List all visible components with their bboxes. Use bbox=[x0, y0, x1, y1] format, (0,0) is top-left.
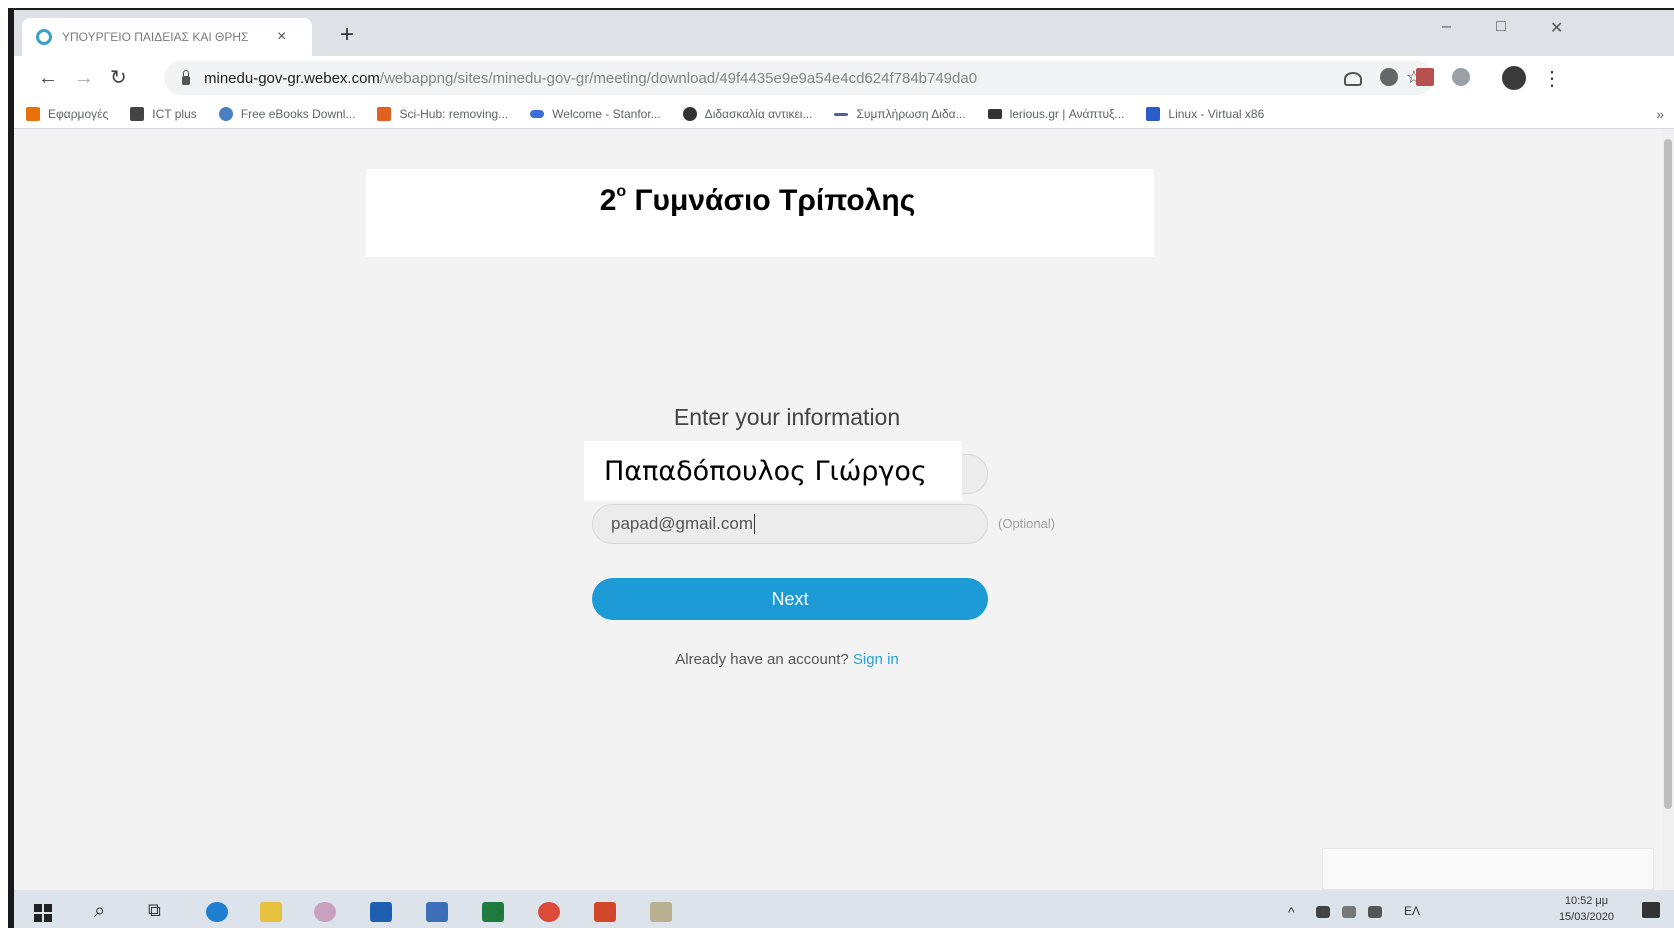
bookmark-free-ebooks[interactable]: Free eBooks Downl... bbox=[218, 107, 356, 121]
globe-icon bbox=[682, 107, 697, 121]
notepad-icon[interactable] bbox=[650, 902, 672, 922]
activate-windows-watermark bbox=[1322, 848, 1654, 890]
new-tab-button[interactable]: + bbox=[340, 20, 354, 50]
linux-icon bbox=[1146, 107, 1161, 121]
file-explorer-icon[interactable] bbox=[260, 902, 282, 922]
bookmark-label: Welcome - Stanfor... bbox=[552, 107, 661, 121]
profile-avatar[interactable] bbox=[1502, 66, 1526, 90]
url-path: /webappng/sites/minedu-gov-gr/meeting/do… bbox=[379, 69, 978, 87]
bookmark-didaskalia[interactable]: Διδασκαλία αντικει... bbox=[682, 107, 813, 121]
email-field[interactable]: papad@gmail.com bbox=[592, 504, 988, 544]
form-heading: Enter your information bbox=[673, 404, 901, 430]
name-value-overlay[interactable]: Παπαδόπουλος Γιώργος bbox=[584, 441, 962, 501]
more-bookmarks-icon[interactable]: » bbox=[1656, 106, 1664, 122]
reload-icon[interactable]: ↻ bbox=[110, 66, 127, 90]
language-indicator[interactable]: ΕΛ bbox=[1404, 904, 1420, 918]
bookmark-ict-plus[interactable]: ICT plus bbox=[130, 107, 197, 121]
network-icon[interactable] bbox=[1316, 906, 1330, 918]
back-arrow-icon[interactable]: ← bbox=[38, 66, 58, 90]
stanford-icon bbox=[530, 110, 545, 118]
lerious-icon bbox=[987, 109, 1002, 119]
pdf-extension-icon[interactable] bbox=[1416, 68, 1434, 86]
browser-window: ΥΠΟΥΡΓΕΙΟ ΠΑΙΔΕΙΑΣ ΚΑΙ ΘΡΗΣ × + – □ ✕ ← … bbox=[8, 8, 1674, 928]
banner-title-number: 2 bbox=[599, 184, 617, 217]
dash-icon bbox=[834, 112, 849, 116]
scihub-icon bbox=[377, 107, 392, 121]
bookmark-lerious[interactable]: lerious.gr | Ανάπτυξ... bbox=[987, 107, 1125, 121]
close-window-button[interactable]: ✕ bbox=[1550, 18, 1563, 38]
edge-browser-icon[interactable] bbox=[206, 902, 228, 922]
bookmark-label: Εφαρμογές bbox=[48, 107, 109, 121]
url-host: minedu-gov-gr.webex.com bbox=[204, 69, 380, 87]
clock-date: 15/03/2020 bbox=[1558, 911, 1614, 923]
next-button[interactable]: Next bbox=[592, 578, 988, 620]
banner-title-ordinal: ο bbox=[616, 183, 627, 200]
tab-title: ΥΠΟΥΡΓΕΙΟ ΠΑΙΔΕΙΑΣ ΚΑΙ ΘΡΗΣ bbox=[62, 30, 249, 44]
address-bar[interactable]: minedu-gov-gr.webex.com/webappng/sites/m… bbox=[164, 61, 1434, 95]
text-caret bbox=[754, 514, 755, 534]
chrome-icon[interactable] bbox=[538, 902, 560, 922]
forward-arrow-icon[interactable]: → bbox=[74, 66, 94, 90]
bookmark-apps[interactable]: Εφαρμογές bbox=[26, 107, 108, 121]
notification-center-icon[interactable] bbox=[1642, 902, 1660, 918]
school-banner: 2ο Γυμνάσιο Τρίπολης bbox=[366, 169, 1154, 257]
optional-label: (Optional) bbox=[998, 516, 1056, 531]
bookmark-symplirosi[interactable]: Συμπλήρωση Διδα... bbox=[834, 107, 966, 121]
bookmark-linux-virtual[interactable]: Linux - Virtual x86 bbox=[1146, 107, 1264, 121]
email-value: papad@gmail.com bbox=[611, 514, 753, 533]
account-prompt: Already have an account? Sign in bbox=[574, 651, 1000, 668]
lock-icon bbox=[182, 69, 190, 85]
webex-favicon-icon bbox=[36, 29, 52, 45]
tab-strip: ΥΠΟΥΡΓΕΙΟ ΠΑΙΔΕΙΑΣ ΚΑΙ ΘΡΗΣ × + – □ ✕ bbox=[14, 10, 1674, 56]
task-view-icon[interactable]: ⧉ bbox=[148, 900, 161, 921]
outlook-icon[interactable] bbox=[426, 902, 448, 922]
wifi-icon[interactable] bbox=[1342, 906, 1356, 918]
bookmark-stanford[interactable]: Welcome - Stanfor... bbox=[530, 107, 661, 121]
tray-chevron-up-icon[interactable]: ^ bbox=[1288, 904, 1295, 920]
banner-title: 2ο Γυμνάσιο Τρίπολης bbox=[599, 183, 916, 218]
bookmark-label: Sci-Hub: removing... bbox=[399, 107, 509, 121]
bookmarks-bar: Εφαρμογές ICT plus Free eBooks Downl... … bbox=[14, 100, 1674, 129]
volume-icon[interactable] bbox=[1368, 906, 1382, 918]
bookmark-sci-hub[interactable]: Sci-Hub: removing... bbox=[377, 107, 508, 121]
bookmark-label: Free eBooks Downl... bbox=[240, 107, 356, 121]
search-icon[interactable]: ⌕ bbox=[94, 900, 105, 923]
minimize-button[interactable]: – bbox=[1442, 18, 1451, 36]
bookmark-label: ICT plus bbox=[152, 107, 197, 121]
paint-icon[interactable] bbox=[314, 902, 336, 922]
bookmark-label: Συμπλήρωση Διδα... bbox=[856, 107, 966, 121]
extension-icon[interactable] bbox=[1380, 68, 1398, 86]
apps-grid-icon bbox=[26, 107, 40, 121]
profile-extension-icon[interactable] bbox=[1452, 68, 1470, 86]
bookmark-label: Linux - Virtual x86 bbox=[1168, 107, 1265, 121]
banner-title-text: Γυμνάσιο Τρίπολης bbox=[626, 184, 916, 217]
tab-close-icon[interactable]: × bbox=[277, 28, 286, 46]
page-content: 2ο Γυμνάσιο Τρίπολης Enter your informat… bbox=[14, 129, 1674, 890]
scrollbar-thumb[interactable] bbox=[1664, 139, 1672, 809]
powerpoint-icon[interactable] bbox=[594, 902, 616, 922]
url-text: minedu-gov-gr.webex.com/webappng/sites/m… bbox=[204, 70, 1284, 87]
bookmark-label: lerious.gr | Ανάπτυξ... bbox=[1009, 107, 1125, 121]
browser-toolbar: ← → ↻ minedu-gov-gr.webex.com/webappng/s… bbox=[14, 56, 1674, 100]
sign-in-link[interactable]: Sign in bbox=[853, 651, 899, 668]
ict-icon bbox=[130, 107, 145, 121]
bookmark-label: Διδασκαλία αντικει... bbox=[704, 107, 813, 121]
browser-tab[interactable]: ΥΠΟΥΡΓΕΙΟ ΠΑΙΔΕΙΑΣ ΚΑΙ ΘΡΗΣ × bbox=[22, 18, 312, 56]
maximize-button[interactable]: □ bbox=[1496, 18, 1506, 36]
windows-taskbar: ⌕ ⧉ ^ ΕΛ 10:52 μμ 15/03/2020 bbox=[14, 890, 1674, 928]
ebooks-icon bbox=[218, 107, 233, 121]
mail-icon[interactable] bbox=[370, 902, 392, 922]
page-scrollbar[interactable] bbox=[1662, 129, 1674, 890]
clock-time: 10:52 μμ bbox=[1564, 895, 1609, 907]
taskbar-clock[interactable]: 10:52 μμ 15/03/2020 bbox=[1559, 893, 1614, 925]
windows-start-icon[interactable] bbox=[34, 904, 52, 922]
excel-icon[interactable] bbox=[482, 902, 504, 922]
account-prompt-text: Already have an account? bbox=[675, 651, 849, 668]
browser-menu-icon[interactable]: ⋮ bbox=[1542, 66, 1562, 91]
cloud-extension-icon[interactable] bbox=[1344, 72, 1362, 86]
